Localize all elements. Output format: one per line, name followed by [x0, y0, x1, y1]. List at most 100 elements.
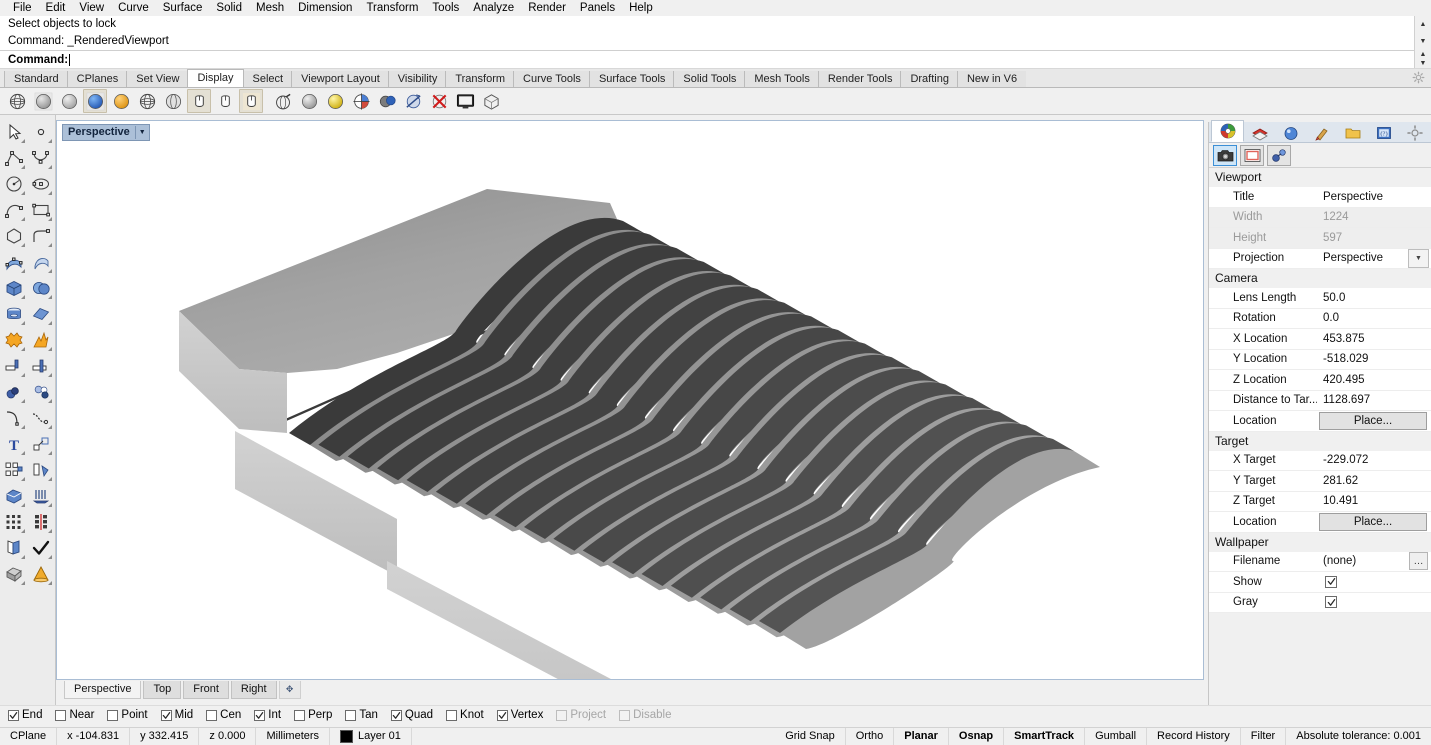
status-units[interactable]: Millimeters	[256, 728, 331, 745]
toolbar-tab-solid-tools[interactable]: Solid Tools	[673, 71, 746, 87]
menu-item-solid[interactable]: Solid	[209, 0, 249, 16]
panel-options-tab[interactable]	[1399, 123, 1431, 142]
menu-item-tools[interactable]: Tools	[425, 0, 466, 16]
osnap-checkbox[interactable]	[619, 709, 631, 721]
shade-command-icon[interactable]	[297, 89, 321, 113]
properties-tab[interactable]	[1211, 120, 1245, 142]
osnap-quad[interactable]: Quad	[390, 709, 433, 721]
property-row-x-target[interactable]: X Target -229.072	[1209, 450, 1431, 471]
sphere-icon[interactable]	[27, 275, 54, 301]
osnap-near[interactable]: Near	[55, 709, 94, 721]
status-y-coordinate[interactable]: y 332.415	[130, 728, 200, 745]
toolbar-options-gear-icon[interactable]	[1412, 71, 1425, 84]
property-row-location[interactable]: Location Place...	[1209, 411, 1431, 432]
box-icon[interactable]	[0, 275, 27, 301]
move-tab-icon[interactable]: ✥	[278, 681, 301, 699]
command-prompt-scrollbar[interactable]: ▲ ▼	[1414, 50, 1431, 68]
polyline-icon[interactable]	[0, 145, 27, 171]
viewport-tab-front[interactable]: Front	[183, 681, 229, 699]
osnap-end[interactable]: End	[8, 709, 42, 721]
status-layer[interactable]: Layer 01	[330, 728, 412, 745]
menu-item-analyze[interactable]: Analyze	[466, 0, 521, 16]
menu-item-view[interactable]: View	[72, 0, 111, 16]
ellipse-icon[interactable]	[27, 171, 54, 197]
libraries-tab[interactable]	[1337, 123, 1369, 142]
control-point-curve-icon[interactable]	[27, 145, 54, 171]
property-row-show[interactable]: Show	[1209, 572, 1431, 593]
status-toggle-filter[interactable]: Filter	[1241, 728, 1287, 745]
command-history-scrollbar[interactable]: ▲ ▼	[1414, 16, 1431, 50]
perspective-viewport[interactable]: Perspective ▼	[56, 120, 1204, 680]
menu-item-file[interactable]: File	[6, 0, 39, 16]
menu-item-curve[interactable]: Curve	[111, 0, 156, 16]
scroll-up-icon[interactable]: ▲	[1415, 16, 1431, 33]
menu-item-render[interactable]: Render	[521, 0, 573, 16]
layer-color-swatch[interactable]	[340, 730, 354, 743]
hide-curves-icon[interactable]	[427, 89, 451, 113]
artistic-icon[interactable]	[213, 89, 237, 113]
toolbar-tab-visibility[interactable]: Visibility	[387, 71, 447, 87]
place-button[interactable]: Place...	[1319, 411, 1427, 430]
layers-tab[interactable]	[1244, 123, 1276, 142]
status-toggle-planar[interactable]: Planar	[894, 728, 949, 745]
property-row-title[interactable]: Title Perspective	[1209, 187, 1431, 208]
fullscreen-icon[interactable]	[453, 89, 477, 113]
render-preview-icon[interactable]	[323, 89, 347, 113]
status-toggle-gumball[interactable]: Gumball	[1085, 728, 1148, 745]
viewport-tab-perspective[interactable]: Perspective	[64, 681, 142, 699]
osnap-checkbox[interactable]	[206, 709, 218, 721]
shaded-icon[interactable]	[31, 89, 55, 113]
rectangle-icon[interactable]	[27, 197, 54, 223]
status-tolerance[interactable]: Absolute tolerance: 0.001	[1286, 728, 1431, 745]
status-toggle-ortho[interactable]: Ortho	[846, 728, 895, 745]
mirror-icon[interactable]	[27, 509, 54, 535]
property-row-z-target[interactable]: Z Target 10.491	[1209, 491, 1431, 512]
scroll-down-icon[interactable]: ▼	[1415, 33, 1431, 50]
property-row-z-location[interactable]: Z Location 420.495	[1209, 370, 1431, 391]
osnap-vertex[interactable]: Vertex	[496, 709, 543, 721]
arc-icon[interactable]	[0, 197, 27, 223]
camera-properties-icon[interactable]	[1213, 144, 1237, 166]
cone-icon[interactable]	[27, 561, 54, 587]
bounding-box-icon[interactable]	[479, 89, 503, 113]
blend-curve-icon[interactable]	[27, 405, 54, 431]
command-input[interactable]	[72, 51, 1431, 68]
toolbar-tab-display[interactable]: Display	[187, 69, 244, 87]
osnap-perp[interactable]: Perp	[294, 709, 332, 721]
osnap-checkbox[interactable]	[8, 709, 19, 721]
status-z-coordinate[interactable]: z 0.000	[199, 728, 257, 745]
toolbar-tab-mesh-tools[interactable]: Mesh Tools	[744, 71, 819, 87]
property-row-width[interactable]: Width 1224	[1209, 207, 1431, 228]
viewport-title-bar[interactable]: Perspective ▼	[62, 124, 150, 141]
property-row-distance-to-tar[interactable]: Distance to Tar... 1128.697	[1209, 390, 1431, 411]
property-row-lens-length[interactable]: Lens Length 50.0	[1209, 288, 1431, 309]
osnap-checkbox[interactable]	[55, 709, 67, 721]
property-row-x-location[interactable]: X Location 453.875	[1209, 329, 1431, 350]
property-row-height[interactable]: Height 597	[1209, 228, 1431, 249]
check-icon[interactable]	[27, 535, 54, 561]
toolbar-tab-curve-tools[interactable]: Curve Tools	[513, 71, 590, 87]
planar-surface-icon[interactable]	[27, 301, 54, 327]
toolbar-tab-transform[interactable]: Transform	[445, 71, 515, 87]
curve-fillet-icon[interactable]	[27, 223, 54, 249]
menu-item-edit[interactable]: Edit	[39, 0, 73, 16]
status-toggle-grid-snap[interactable]: Grid Snap	[775, 728, 846, 745]
toolbar-tab-surface-tools[interactable]: Surface Tools	[588, 71, 675, 87]
viewport-tab-top[interactable]: Top	[143, 681, 182, 699]
explode-icon[interactable]	[27, 327, 54, 353]
viewport-canvas[interactable]	[57, 121, 1203, 679]
property-checkbox[interactable]	[1325, 596, 1337, 609]
circle-icon[interactable]	[0, 171, 27, 197]
osnap-checkbox[interactable]	[160, 709, 172, 721]
boolean-union-icon[interactable]	[0, 327, 27, 353]
chevron-down-icon[interactable]: ▼	[134, 126, 149, 139]
trim-icon[interactable]	[0, 353, 27, 379]
prompt-scroll-up-icon[interactable]: ▲	[1415, 50, 1431, 59]
osnap-checkbox[interactable]	[390, 709, 402, 721]
menu-item-panels[interactable]: Panels	[573, 0, 622, 16]
property-checkbox[interactable]	[1325, 575, 1337, 588]
surface-sweep-icon[interactable]	[27, 249, 54, 275]
raytraced-icon[interactable]	[271, 89, 295, 113]
scale-icon[interactable]	[27, 431, 54, 457]
extrude-icon[interactable]	[27, 483, 54, 509]
